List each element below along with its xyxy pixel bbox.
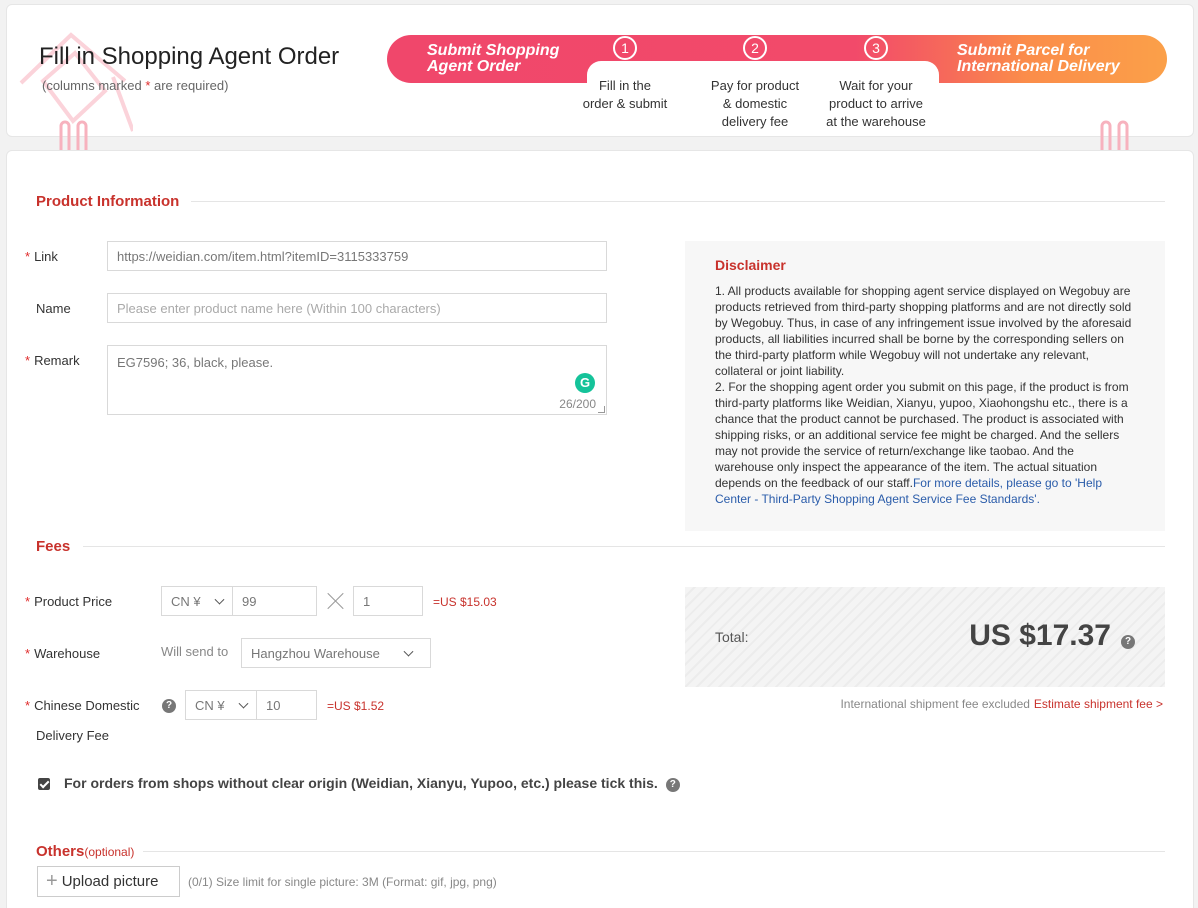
header-card: Fill in Shopping Agent Order (columns ma…: [6, 4, 1194, 137]
domestic-currency-select[interactable]: CN ¥: [185, 690, 257, 720]
disclaimer-panel: Disclaimer 1. All products available for…: [685, 241, 1165, 531]
shipment-excluded-text: International shipment fee excluded: [840, 697, 1030, 711]
link-label-text: Link: [34, 249, 58, 264]
section-title-fees: Fees: [36, 538, 71, 555]
help-icon[interactable]: ?: [1121, 635, 1135, 649]
banner-right-line2: International Delivery: [957, 58, 1120, 75]
upload-picture-label: Upload picture: [61, 873, 159, 890]
banner-right-line1: Submit Parcel for: [957, 42, 1090, 59]
will-send-to-label: Will send to: [161, 644, 229, 659]
chevron-down-icon: [214, 594, 225, 605]
banner-left-line2: Agent Order: [427, 58, 521, 75]
step-1-line1: Fill in the: [598, 78, 652, 93]
disclaimer-paragraph-2-text: 2. For the shopping agent order you subm…: [715, 380, 1129, 490]
section-divider: [83, 546, 1165, 547]
product-price-label: * Product Price: [25, 594, 112, 609]
resize-handle-icon[interactable]: [598, 406, 605, 413]
total-label: Total:: [715, 629, 749, 645]
price-currency-value: CN ¥: [171, 593, 201, 609]
banner-left-line1: Submit Shopping: [427, 42, 560, 59]
help-icon[interactable]: ?: [665, 778, 680, 792]
clear-origin-text: For orders from shops without clear orig…: [49, 773, 689, 794]
steps-banner: Submit Shopping Agent Order Submit Parce…: [387, 35, 1167, 129]
step-2-line3: delivery fee: [721, 114, 789, 129]
subtitle-before: (columns marked: [42, 78, 146, 93]
warehouse-label-text: Warehouse: [34, 646, 101, 661]
disclaimer-title: Disclaimer: [715, 257, 786, 273]
required-star: *: [25, 353, 31, 368]
domestic-fee-converted: =US $1.52: [327, 699, 385, 713]
others-title: Others: [36, 843, 85, 860]
banner-left-label: Submit Shopping Agent Order: [427, 43, 587, 75]
remark-textarea[interactable]: EG7596; 36, black, please. G 26/200: [107, 345, 607, 415]
step-2-line1: Pay for product: [710, 78, 800, 93]
domestic-fee-input[interactable]: 10: [256, 690, 317, 720]
order-form-card: Product Information * Link https://weidia…: [6, 150, 1194, 908]
warehouse-select-value: Hangzhou Warehouse: [251, 645, 380, 661]
step-1-number: 1: [613, 36, 637, 60]
disclaimer-paragraph-1: 1. All products available for shopping a…: [715, 284, 1132, 378]
banner-right-label: Submit Parcel for International Delivery: [957, 43, 1157, 75]
price-currency-select[interactable]: CN ¥: [161, 586, 233, 616]
optional-tag: (optional): [84, 845, 135, 859]
required-star: *: [25, 698, 31, 713]
remark-label: * Remark: [25, 353, 80, 368]
name-label: Name: [36, 301, 71, 316]
domestic-currency-value: CN ¥: [195, 697, 225, 713]
step-2-number: 2: [743, 36, 767, 60]
upload-note: (0/1) Size limit for single picture: 3M …: [188, 875, 497, 889]
remark-counter: 26/200: [559, 397, 596, 411]
shipment-note: International shipment fee excluded Estim…: [840, 697, 1163, 711]
step-2-line2: & domestic: [722, 96, 788, 111]
product-price-label-text: Product Price: [34, 594, 113, 609]
help-icon[interactable]: ?: [162, 699, 176, 713]
chevron-down-icon: [238, 698, 249, 709]
price-converted: =US $15.03: [433, 595, 497, 609]
warehouse-select[interactable]: Hangzhou Warehouse: [241, 638, 431, 668]
remark-text: EG7596; 36, black, please.: [117, 355, 274, 370]
multiply-icon: [327, 592, 345, 610]
total-panel: Total: US $17.37 ?: [685, 587, 1165, 687]
total-amount: US $17.37: [969, 619, 1111, 652]
disclaimer-paragraph-2: 2. For the shopping agent order you subm…: [715, 379, 1135, 507]
domestic-fee-label: * Chinese Domestic Delivery Fee: [25, 698, 140, 744]
required-star: *: [25, 646, 31, 661]
step-3-line1: Wait for your: [839, 78, 913, 93]
step-1-line2: order & submit: [582, 96, 668, 111]
step-3-text: Wait for your product to arrive at the w…: [816, 77, 936, 131]
quantity-input[interactable]: 1: [353, 586, 423, 616]
page-subtitle: (columns marked * are required): [42, 78, 228, 93]
price-input[interactable]: 99: [232, 586, 317, 616]
required-star: *: [25, 594, 31, 609]
page-title: Fill in Shopping Agent Order: [39, 43, 340, 70]
section-divider: [191, 201, 1165, 202]
remark-label-text: Remark: [34, 353, 80, 368]
estimate-shipment-link[interactable]: Estimate shipment fee >: [1034, 697, 1163, 711]
step-3-line3: at the warehouse: [826, 114, 926, 129]
domestic-fee-label-text1: Chinese Domestic: [34, 698, 140, 713]
upload-picture-button[interactable]: + Upload picture: [37, 866, 180, 897]
step-3-number: 3: [864, 36, 888, 60]
link-input[interactable]: https://weidian.com/item.html?itemID=311…: [107, 241, 607, 271]
domestic-fee-label-line2: Delivery Fee: [36, 728, 109, 743]
grammarly-icon[interactable]: G: [575, 373, 595, 393]
link-label: * Link: [25, 249, 58, 264]
required-star: *: [25, 249, 31, 264]
plus-icon: +: [46, 870, 58, 892]
step-3-line2: product to arrive: [829, 96, 923, 111]
warehouse-label: * Warehouse: [25, 646, 100, 661]
section-title-product: Product Information: [36, 193, 180, 210]
section-title-others: Others(optional): [36, 843, 134, 860]
chevron-down-icon: [403, 646, 414, 657]
step-1-text: Fill in the order & submit: [565, 77, 685, 113]
domestic-fee-label-line1: * Chinese Domestic: [25, 698, 140, 714]
clear-origin-label: For orders from shops without clear orig…: [64, 775, 658, 791]
name-input[interactable]: Please enter product name here (Within 1…: [107, 293, 607, 323]
step-2-text: Pay for product & domestic delivery fee: [695, 77, 815, 131]
subtitle-after: are required): [150, 78, 229, 93]
section-divider: [143, 851, 1165, 852]
